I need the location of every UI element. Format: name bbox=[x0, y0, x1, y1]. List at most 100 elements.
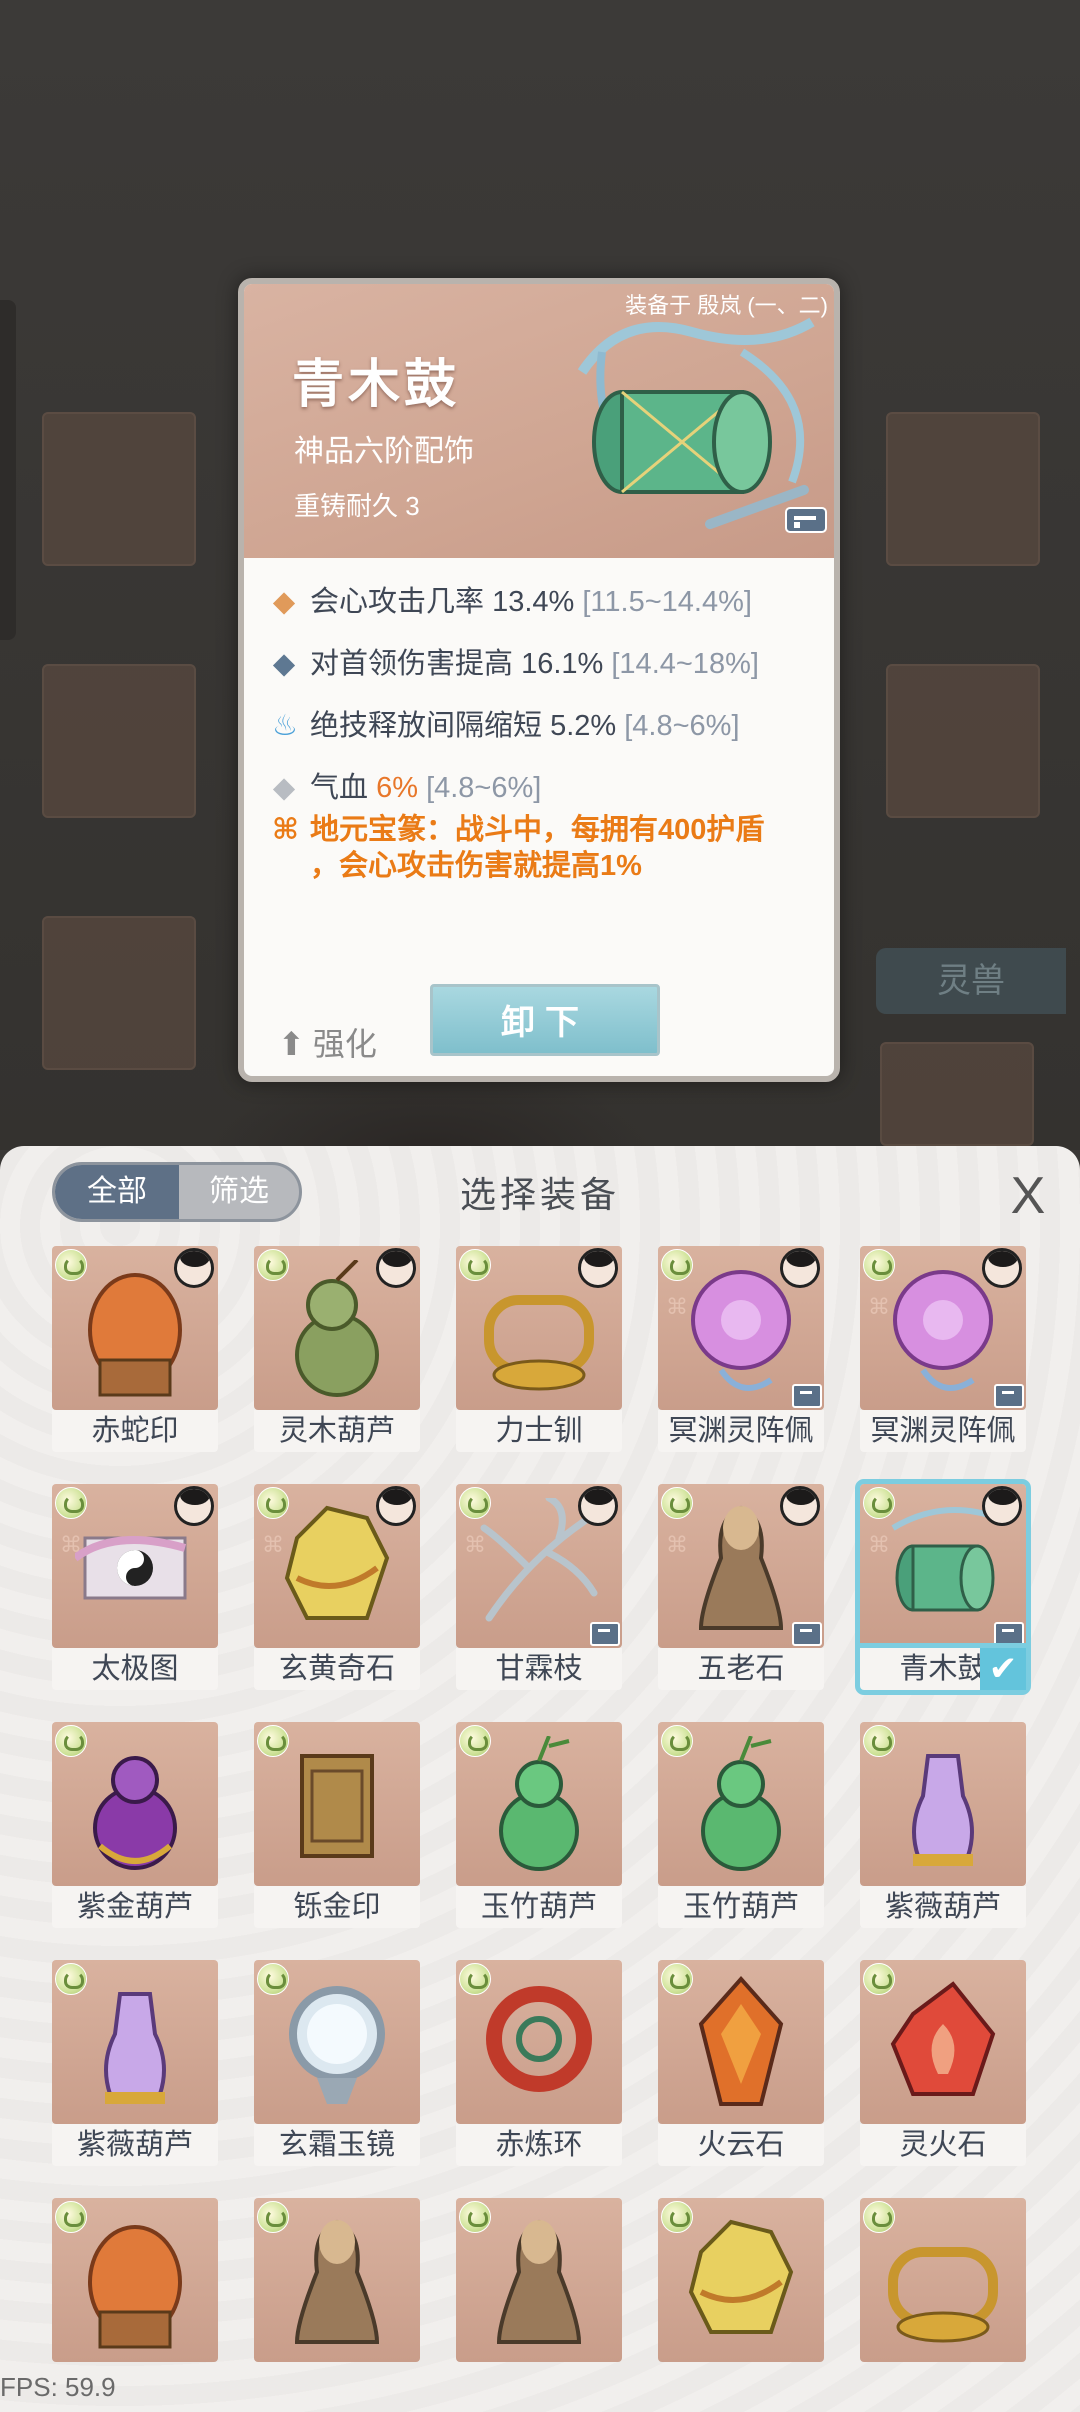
equipment-card-frame bbox=[658, 1722, 824, 1886]
equipment-card-frame bbox=[254, 1246, 420, 1410]
equipment-card[interactable]: 灵火石 bbox=[860, 1960, 1026, 2166]
background-spirit-beast-tab: 灵兽 bbox=[876, 948, 1066, 1014]
stat-row: ◆ 气血 6% [4.8~6%] bbox=[272, 772, 542, 804]
equipment-card-frame bbox=[52, 2198, 218, 2362]
equipment-card[interactable] bbox=[52, 2198, 218, 2362]
equipment-card[interactable]: ⌘ 太极图 bbox=[52, 1484, 218, 1690]
enhance-button[interactable]: ⬆ 强化 bbox=[278, 1019, 377, 1065]
equipment-card[interactable] bbox=[860, 2198, 1026, 2362]
equipment-card[interactable]: 赤蛇印 bbox=[52, 1246, 218, 1452]
equipment-card[interactable]: 力士钏 bbox=[456, 1246, 622, 1452]
equipment-card[interactable]: 玄霜玉镜 bbox=[254, 1960, 420, 2166]
equipment-card[interactable]: ⌘ 冥渊灵阵佩 bbox=[658, 1246, 824, 1452]
equipment-card[interactable]: ⌘ 甘霖枝 bbox=[456, 1484, 622, 1690]
equipment-card[interactable]: 紫薇葫芦 bbox=[860, 1722, 1026, 1928]
spirit-egg-icon bbox=[661, 1963, 693, 1995]
item-name: 青木鼓 bbox=[292, 356, 461, 414]
knot-icon: ⌘ bbox=[464, 1532, 486, 1557]
equipment-card[interactable] bbox=[456, 2198, 622, 2362]
yellow-stone-icon bbox=[688, 2219, 794, 2334]
avatar bbox=[780, 1486, 820, 1526]
equipment-card-frame: ⌘ bbox=[658, 1484, 824, 1648]
gold-seal-icon bbox=[300, 1754, 374, 1858]
knot-icon: ⌘ bbox=[272, 814, 299, 846]
equipment-card-frame bbox=[254, 1722, 420, 1886]
equipment-card-label: 玄黄奇石 bbox=[254, 1648, 420, 1690]
violet-gourd-icon bbox=[104, 1992, 166, 2104]
diamond-grey-icon: ◆ bbox=[272, 772, 296, 804]
taiji-scroll-icon bbox=[75, 1536, 187, 1600]
spirit-egg-icon bbox=[863, 1249, 895, 1281]
equipment-card-label: 火云石 bbox=[658, 2124, 824, 2166]
equipment-card[interactable]: 铄金印 bbox=[254, 1722, 420, 1928]
equipment-card[interactable]: 赤炼环 bbox=[456, 1960, 622, 2166]
avatar bbox=[174, 1248, 214, 1288]
diamond-blue-icon: ◆ bbox=[272, 648, 296, 680]
equipment-card[interactable]: 紫薇葫芦 bbox=[52, 1960, 218, 2166]
equipment-card-label: 灵火石 bbox=[860, 2124, 1026, 2166]
avatar bbox=[982, 1248, 1022, 1288]
panel-title: 选择装备 bbox=[459, 1174, 620, 1215]
background-equip-slot bbox=[42, 412, 196, 566]
knot-icon: ⌘ bbox=[868, 1294, 890, 1319]
equipment-card[interactable]: ⌘ 玄黄奇石 bbox=[254, 1484, 420, 1690]
spirit-egg-icon bbox=[459, 1249, 491, 1281]
gold-bracelet-icon bbox=[888, 2247, 998, 2343]
item-durability: 重铸耐久 3 bbox=[294, 491, 420, 521]
purple-pendant-icon bbox=[893, 1270, 993, 1391]
equipment-card-frame bbox=[456, 1960, 622, 2124]
stat-row: ♨ 绝技释放间隔缩短 5.2% [4.8~6%] bbox=[272, 710, 740, 742]
spirit-egg-icon bbox=[661, 2201, 693, 2233]
background-equip-slot bbox=[42, 664, 196, 818]
equipment-card-label: 冥渊灵阵佩 bbox=[658, 1410, 824, 1452]
close-button[interactable]: X bbox=[1000, 1168, 1056, 1224]
brown-stone-icon bbox=[496, 2219, 582, 2344]
special-effect-text: ⌘ 地元宝篆：战斗中，每拥有400护盾 ，会心攻击伤害就提高1% bbox=[272, 814, 765, 882]
lock-icon bbox=[792, 1622, 822, 1646]
green-gourd-icon bbox=[499, 1736, 579, 1871]
equipment-card[interactable]: ⌘ 青木鼓 ✔ bbox=[855, 1479, 1031, 1695]
brown-stone-icon bbox=[698, 1505, 784, 1630]
red-seal-icon bbox=[88, 2225, 182, 2349]
fire-stone-icon bbox=[698, 1975, 784, 2106]
equipment-card[interactable]: 玉竹葫芦 bbox=[456, 1722, 622, 1928]
equipment-card-frame bbox=[52, 1722, 218, 1886]
spirit-egg-icon bbox=[257, 2201, 289, 2233]
lock-icon bbox=[590, 1622, 620, 1646]
equipment-card-frame bbox=[52, 1960, 218, 2124]
equipment-card-frame: ⌘ bbox=[52, 1484, 218, 1648]
spirit-egg-icon bbox=[863, 1487, 895, 1519]
unequip-button[interactable]: 卸下 bbox=[430, 984, 660, 1056]
equipment-card-frame bbox=[658, 2198, 824, 2362]
equipment-card[interactable]: 玉竹葫芦 bbox=[658, 1722, 824, 1928]
lock-icon[interactable] bbox=[784, 506, 828, 534]
spirit-egg-icon bbox=[661, 1487, 693, 1519]
equipment-card-frame bbox=[254, 1960, 420, 2124]
equipment-card-frame bbox=[658, 1960, 824, 2124]
violet-gourd-icon bbox=[912, 1754, 974, 1866]
equipment-card-label: 赤炼环 bbox=[456, 2124, 622, 2166]
branch-icon bbox=[480, 1498, 598, 1622]
equipment-card-frame bbox=[254, 2198, 420, 2362]
equipment-card[interactable] bbox=[254, 2198, 420, 2362]
equipment-card-label: 冥渊灵阵佩 bbox=[860, 1410, 1026, 1452]
equipment-card[interactable]: 灵木葫芦 bbox=[254, 1246, 420, 1452]
equipment-card-label: 铄金印 bbox=[254, 1886, 420, 1928]
spirit-egg-icon bbox=[55, 1487, 87, 1519]
equipment-card[interactable] bbox=[658, 2198, 824, 2362]
spirit-egg-icon bbox=[661, 1249, 693, 1281]
fps-counter: FPS: 59.9 bbox=[0, 2372, 116, 2402]
equipment-card[interactable]: 紫金葫芦 bbox=[52, 1722, 218, 1928]
spirit-egg-icon bbox=[459, 2201, 491, 2233]
check-icon: ✔ bbox=[980, 1648, 1026, 1690]
equipment-card[interactable]: 火云石 bbox=[658, 1960, 824, 2166]
equipment-card[interactable]: ⌘ 冥渊灵阵佩 bbox=[860, 1246, 1026, 1452]
equipment-card-frame: ⌘ bbox=[456, 1484, 622, 1648]
green-drum-icon bbox=[891, 1507, 1000, 1612]
equipment-card-frame bbox=[860, 1722, 1026, 1886]
spirit-egg-icon bbox=[257, 1725, 289, 1757]
equipment-card[interactable]: ⌘ 五老石 bbox=[658, 1484, 824, 1690]
item-grade: 神品六阶配饰 bbox=[294, 435, 474, 468]
knot-icon: ⌘ bbox=[666, 1532, 688, 1557]
lock-icon bbox=[792, 1384, 822, 1408]
